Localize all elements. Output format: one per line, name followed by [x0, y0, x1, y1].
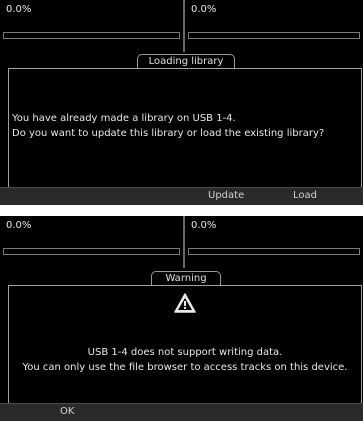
ok-button[interactable]: OK — [60, 406, 74, 417]
dialog-title-tab: Warning — [151, 271, 221, 286]
dialog-message-line-2: Do you want to update this library or lo… — [12, 128, 325, 139]
button-bar: OK — [0, 403, 363, 421]
deck-right-panel: 0.0% — [185, 216, 363, 266]
deck-right-progress-bar — [188, 32, 360, 39]
deck-right-percent: 0.0% — [191, 4, 217, 15]
deck-right-progress-bar — [188, 248, 360, 255]
warning-icon — [174, 293, 196, 313]
dialog-message-line-2: You can only use the file browser to acc… — [22, 362, 348, 373]
update-button[interactable]: Update — [208, 190, 244, 201]
dialog-message-line-1: USB 1-4 does not support writing data. — [87, 347, 283, 358]
deck-left-percent: 0.0% — [6, 4, 32, 15]
button-bar: Update Load — [0, 187, 363, 205]
deck-left-percent: 0.0% — [6, 220, 32, 231]
deck-left-progress-bar — [3, 248, 180, 255]
dialog-message-line-1: You have already made a library on USB 1… — [12, 113, 236, 124]
loading-library-dialog: You have already made a library on USB 1… — [8, 68, 362, 188]
deck-right-panel: 0.0% — [185, 0, 363, 50]
deck-left-panel: 0.0% — [0, 0, 183, 50]
warning-screen: 0.0% 0.0% Warning USB 1-4 does not suppo… — [0, 216, 363, 421]
warning-dialog: USB 1-4 does not support writing data. Y… — [8, 285, 362, 404]
deck-left-progress-bar — [3, 32, 180, 39]
dialog-title-tab: Loading library — [137, 54, 235, 69]
deck-left-panel: 0.0% — [0, 216, 183, 266]
load-button[interactable]: Load — [293, 190, 317, 201]
loading-library-screen: 0.0% 0.0% Loading library You have alrea… — [0, 0, 363, 205]
deck-right-percent: 0.0% — [191, 220, 217, 231]
